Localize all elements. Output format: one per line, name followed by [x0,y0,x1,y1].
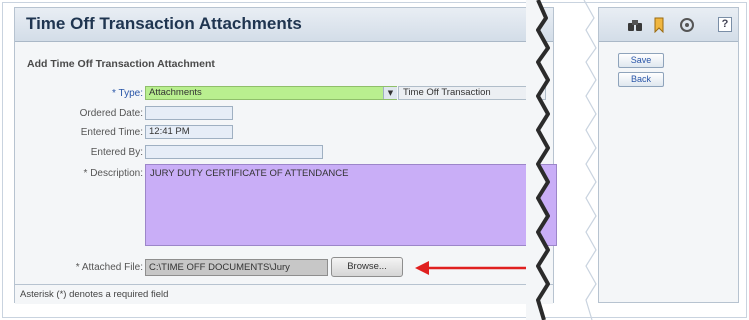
type-context-field: Time Off Transaction [398,86,546,100]
ordered-date-field[interactable] [145,106,233,120]
attached-file-input[interactable]: C:\TIME OFF DOCUMENTS\Jury [145,259,328,276]
main-header: Time Off Transaction Attachments [15,8,553,42]
pointer-arrow-icon [415,261,529,275]
shield-icon[interactable] [679,17,695,33]
help-icon[interactable]: ? [718,17,732,32]
type-select[interactable]: Attachments [145,86,397,100]
required-note: Asterisk (*) denotes a required field [20,289,169,300]
actions-header: ? [599,8,738,42]
binoculars-icon[interactable] [627,17,643,33]
entered-by-label: Entered By: [90,147,143,158]
attached-file-label: * Attached File: [75,262,143,273]
footer: Asterisk (*) denotes a required field [15,284,553,304]
description-label: * Description: [83,168,143,179]
section-title: Add Time Off Transaction Attachment [27,58,215,70]
ordered-date-label: Ordered Date: [79,108,143,119]
bookmark-icon[interactable] [651,17,667,33]
description-textarea[interactable]: JURY DUTY CERTIFICATE OF ATTENDANCE [145,164,557,246]
chevron-down-icon[interactable]: ▼ [383,87,397,99]
back-button[interactable]: Back [618,72,664,87]
browse-button[interactable]: Browse... [331,257,403,277]
entered-by-field[interactable] [145,145,323,159]
save-button[interactable]: Save [618,53,664,68]
type-label[interactable]: * Type: [63,88,143,99]
entered-time-field[interactable]: 12:41 PM [145,125,233,139]
main-panel: Time Off Transaction Attachments Add Tim… [14,7,557,304]
actions-panel: ? Save Back [598,7,739,303]
page-title: Time Off Transaction Attachments [26,14,302,33]
entered-time-label: Entered Time: [80,127,143,138]
